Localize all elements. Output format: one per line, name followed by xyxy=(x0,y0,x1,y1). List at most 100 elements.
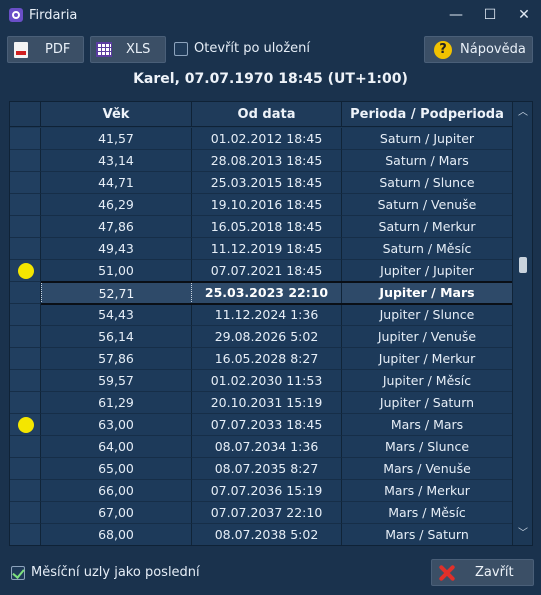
age-cell: 46,29 xyxy=(41,194,192,216)
table-row[interactable]: 67,00 07.07.2037 22:10 Mars / Měsíc xyxy=(10,502,513,524)
close-window-button[interactable]: ✕ xyxy=(507,0,541,30)
scroll-down-icon[interactable]: ﹀ xyxy=(513,525,532,543)
column-header-from-date[interactable]: Od data xyxy=(192,102,342,127)
lunar-nodes-last-checkbox[interactable] xyxy=(11,565,25,580)
chart-subject: Karel, 07.07.1970 18:45 (UT+1:00) xyxy=(133,71,408,87)
table-row[interactable]: 68,00 08.07.2038 5:02 Mars / Saturn xyxy=(10,524,513,545)
from-date-cell: 01.02.2012 18:45 xyxy=(192,128,342,150)
open-after-save-label: Otevřít po uložení xyxy=(194,41,311,56)
period-cell: Mars / Saturn xyxy=(342,524,513,545)
row-marker-cell xyxy=(10,502,41,524)
table-row[interactable]: 44,71 25.03.2015 18:45 Saturn / Slunce xyxy=(10,172,513,194)
from-date-cell: 16.05.2028 8:27 xyxy=(192,348,342,370)
age-cell: 47,86 xyxy=(41,216,192,238)
export-pdf-button[interactable]: PDF xyxy=(7,36,84,63)
table-row[interactable]: 43,14 28.08.2013 18:45 Saturn / Mars xyxy=(10,150,513,172)
table-header: Věk Od data Perioda / Podperioda xyxy=(10,102,513,127)
age-cell: 43,14 xyxy=(41,150,192,172)
age-cell: 64,00 xyxy=(41,436,192,458)
period-cell: Jupiter / Jupiter xyxy=(342,260,513,282)
export-xls-button[interactable]: XLS xyxy=(90,36,166,63)
table-row[interactable]: 61,29 20.10.2031 15:19 Jupiter / Saturn xyxy=(10,392,513,414)
period-cell: Saturn / Slunce xyxy=(342,172,513,194)
column-header-marker xyxy=(10,102,41,127)
period-cell: Mars / Merkur xyxy=(342,480,513,502)
period-cell: Jupiter / Merkur xyxy=(342,348,513,370)
lunar-nodes-last-option[interactable]: Měsíční uzly jako poslední xyxy=(11,565,200,580)
scroll-thumb[interactable] xyxy=(519,257,527,273)
pdf-icon xyxy=(14,42,28,58)
period-cell: Mars / Mars xyxy=(342,414,513,436)
age-cell: 67,00 xyxy=(41,502,192,524)
table-row[interactable]: 52,71 25.03.2023 22:10 Jupiter / Mars xyxy=(10,281,514,305)
period-cell: Saturn / Jupiter xyxy=(342,128,513,150)
from-date-cell: 07.07.2036 15:19 xyxy=(192,480,342,502)
table-row[interactable]: 59,57 01.02.2030 11:53 Jupiter / Měsíc xyxy=(10,370,513,392)
table-row[interactable]: 47,86 16.05.2018 18:45 Saturn / Merkur xyxy=(10,216,513,238)
open-after-save-option[interactable]: Otevřít po uložení xyxy=(174,41,310,56)
from-date-cell: 07.07.2037 22:10 xyxy=(192,502,342,524)
from-date-cell: 08.07.2035 8:27 xyxy=(192,458,342,480)
table-row[interactable]: 63,00 07.07.2033 18:45 Mars / Mars xyxy=(10,414,513,436)
from-date-cell: 28.08.2013 18:45 xyxy=(192,150,342,172)
row-marker-cell xyxy=(10,172,41,194)
toolbar: PDF XLS Otevřít po uložení ? Nápověda xyxy=(7,34,534,64)
age-cell: 49,43 xyxy=(41,238,192,260)
row-marker-cell xyxy=(10,480,41,502)
table-row[interactable]: 66,00 07.07.2036 15:19 Mars / Merkur xyxy=(10,480,513,502)
open-after-save-checkbox[interactable] xyxy=(174,41,188,56)
age-cell: 51,00 xyxy=(41,260,192,282)
age-cell: 54,43 xyxy=(41,304,192,326)
row-marker-cell xyxy=(10,282,41,304)
export-pdf-label: PDF xyxy=(45,42,71,57)
close-button[interactable]: Zavřít xyxy=(431,559,534,586)
table-row[interactable]: 46,29 19.10.2016 18:45 Saturn / Venuše xyxy=(10,194,513,216)
from-date-cell: 29.08.2026 5:02 xyxy=(192,326,342,348)
window-title: Firdaria xyxy=(29,7,78,23)
period-cell: Mars / Slunce xyxy=(342,436,513,458)
age-cell: 66,00 xyxy=(41,480,192,502)
row-marker-cell xyxy=(10,524,41,545)
vertical-scrollbar[interactable]: ︿ ﹀ xyxy=(512,102,532,545)
row-marker-cell xyxy=(10,436,41,458)
period-cell: Jupiter / Slunce xyxy=(342,304,513,326)
row-marker-cell xyxy=(10,128,41,150)
table-row[interactable]: 54,43 11.12.2024 1:36 Jupiter / Slunce xyxy=(10,304,513,326)
table-body: 41,57 01.02.2012 18:45 Saturn / Jupiter 43,… xyxy=(10,128,514,545)
row-marker-cell xyxy=(10,414,41,436)
age-cell: 57,86 xyxy=(41,348,192,370)
row-marker-cell xyxy=(10,392,41,414)
table-row[interactable]: 65,00 08.07.2035 8:27 Mars / Venuše xyxy=(10,458,513,480)
help-icon: ? xyxy=(434,41,452,59)
age-cell: 65,00 xyxy=(41,458,192,480)
period-cell: Mars / Měsíc xyxy=(342,502,513,524)
from-date-cell: 07.07.2021 18:45 xyxy=(192,260,342,282)
scroll-up-icon[interactable]: ︿ xyxy=(513,104,532,122)
age-cell: 44,71 xyxy=(41,172,192,194)
period-cell: Mars / Venuše xyxy=(342,458,513,480)
minimize-button[interactable]: — xyxy=(439,0,473,30)
table-row[interactable]: 51,00 07.07.2021 18:45 Jupiter / Jupiter xyxy=(10,260,513,282)
from-date-cell: 11.12.2024 1:36 xyxy=(192,304,342,326)
current-period-marker-icon xyxy=(18,263,34,279)
spreadsheet-icon xyxy=(96,42,112,57)
from-date-cell: 11.12.2019 18:45 xyxy=(192,238,342,260)
help-button[interactable]: ? Nápověda xyxy=(424,36,533,63)
period-cell: Saturn / Merkur xyxy=(342,216,513,238)
from-date-cell: 08.07.2034 1:36 xyxy=(192,436,342,458)
table-row[interactable]: 41,57 01.02.2012 18:45 Saturn / Jupiter xyxy=(10,128,513,150)
firdaria-table: Věk Od data Perioda / Podperioda 41,57 01… xyxy=(9,101,533,546)
table-row[interactable]: 64,00 08.07.2034 1:36 Mars / Slunce xyxy=(10,436,513,458)
table-row[interactable]: 49,43 11.12.2019 18:45 Saturn / Měsíc xyxy=(10,238,513,260)
row-marker-cell xyxy=(10,370,41,392)
from-date-cell: 25.03.2015 18:45 xyxy=(192,172,342,194)
period-cell: Saturn / Venuše xyxy=(342,194,513,216)
column-header-period[interactable]: Perioda / Podperioda xyxy=(342,102,513,127)
maximize-button[interactable]: ☐ xyxy=(473,0,507,30)
column-header-age[interactable]: Věk xyxy=(41,102,192,127)
table-row[interactable]: 56,14 29.08.2026 5:02 Jupiter / Venuše xyxy=(10,326,513,348)
table-row[interactable]: 57,86 16.05.2028 8:27 Jupiter / Merkur xyxy=(10,348,513,370)
row-marker-cell xyxy=(10,348,41,370)
row-marker-cell xyxy=(10,216,41,238)
row-marker-cell xyxy=(10,150,41,172)
